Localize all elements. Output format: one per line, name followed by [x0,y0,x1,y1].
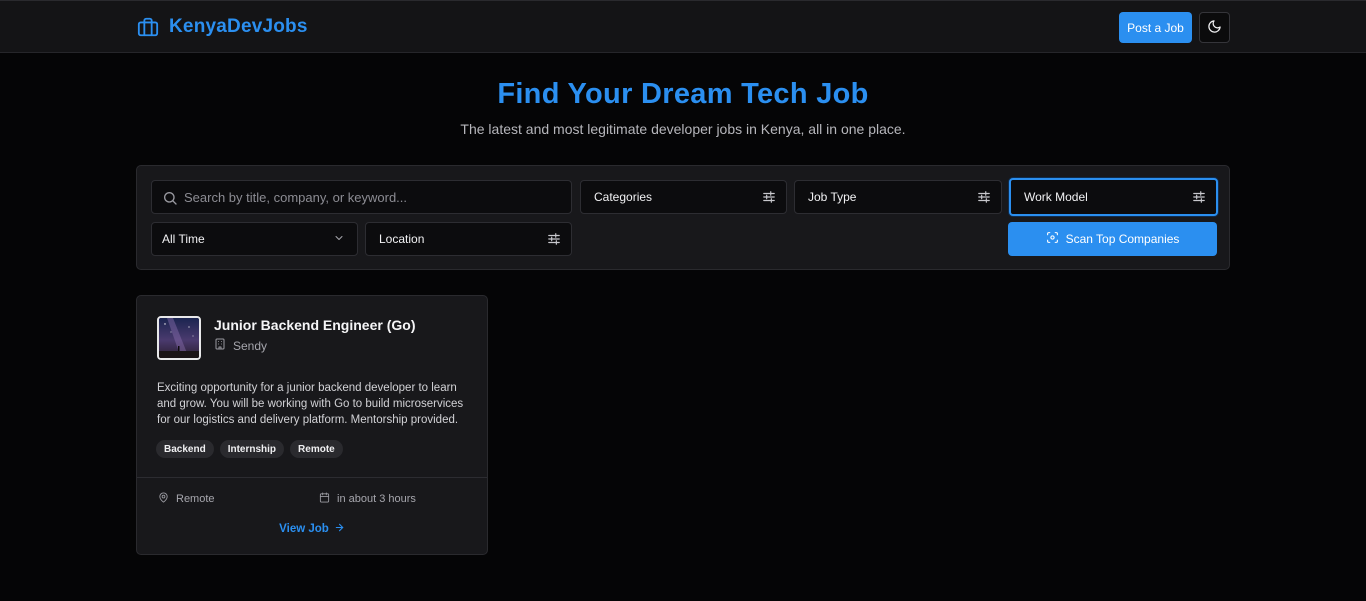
arrow-right-icon [334,522,345,536]
theme-toggle-button[interactable] [1199,12,1230,43]
search-placeholder: Search by title, company, or keyword... [184,189,408,205]
job-posted-text: in about 3 hours [337,493,416,505]
tag-backend: Backend [156,440,214,458]
view-job-link[interactable]: View Job [137,522,487,536]
calendar-icon [319,492,330,506]
chevron-down-icon [333,232,347,246]
job-title[interactable]: Junior Backend Engineer (Go) [214,317,415,333]
job-type-label: Job Type [808,190,857,204]
sliders-icon [1192,190,1206,204]
sliders-icon [977,190,991,204]
categories-filter[interactable]: Categories [580,180,787,214]
job-tags: Backend Internship Remote [156,440,343,458]
filter-panel: Search by title, company, or keyword... … [136,165,1230,270]
tag-remote: Remote [290,440,343,458]
sliders-icon [762,190,776,204]
job-card[interactable]: Junior Backend Engineer (Go) Sendy Excit… [136,295,488,555]
brand-name: KenyaDevJobs [169,16,308,37]
card-divider [137,477,487,478]
job-description: Exciting opportunity for a junior backen… [157,382,464,426]
tag-internship: Internship [219,440,285,458]
scan-button-label: Scan Top Companies [1065,232,1180,246]
search-icon [162,190,177,205]
scan-icon [1046,231,1059,247]
scan-top-companies-button[interactable]: Scan Top Companies [1008,222,1217,256]
date-posted-select[interactable]: All Time [151,222,358,256]
sliders-icon [547,232,561,246]
briefcase-icon [137,16,159,38]
date-posted-value: All Time [162,232,205,246]
job-type-filter[interactable]: Job Type [794,180,1002,214]
work-model-filter[interactable]: Work Model [1009,178,1218,216]
search-input[interactable]: Search by title, company, or keyword... [151,180,572,214]
map-pin-icon [158,492,169,506]
page-title: Find Your Dream Tech Job [497,78,869,110]
brand-logo[interactable]: KenyaDevJobs [137,15,308,39]
work-model-value: Work Model [1024,190,1088,204]
location-filter[interactable]: Location [365,222,572,256]
job-posted: in about 3 hours [319,492,416,506]
company-name: Sendy [233,338,268,353]
building-icon [214,338,226,353]
location-label: Location [379,232,425,246]
job-location: Remote [158,492,215,506]
view-job-label: View Job [279,523,329,535]
post-job-button[interactable]: Post a Job [1119,12,1192,43]
top-navbar: KenyaDevJobs Post a Job [0,0,1366,53]
company-logo [157,316,201,360]
page-subtitle: The latest and most legitimate developer… [460,121,906,137]
moon-icon [1207,19,1222,37]
company-info: Sendy [214,338,267,353]
job-location-text: Remote [176,493,215,505]
categories-label: Categories [594,190,653,204]
